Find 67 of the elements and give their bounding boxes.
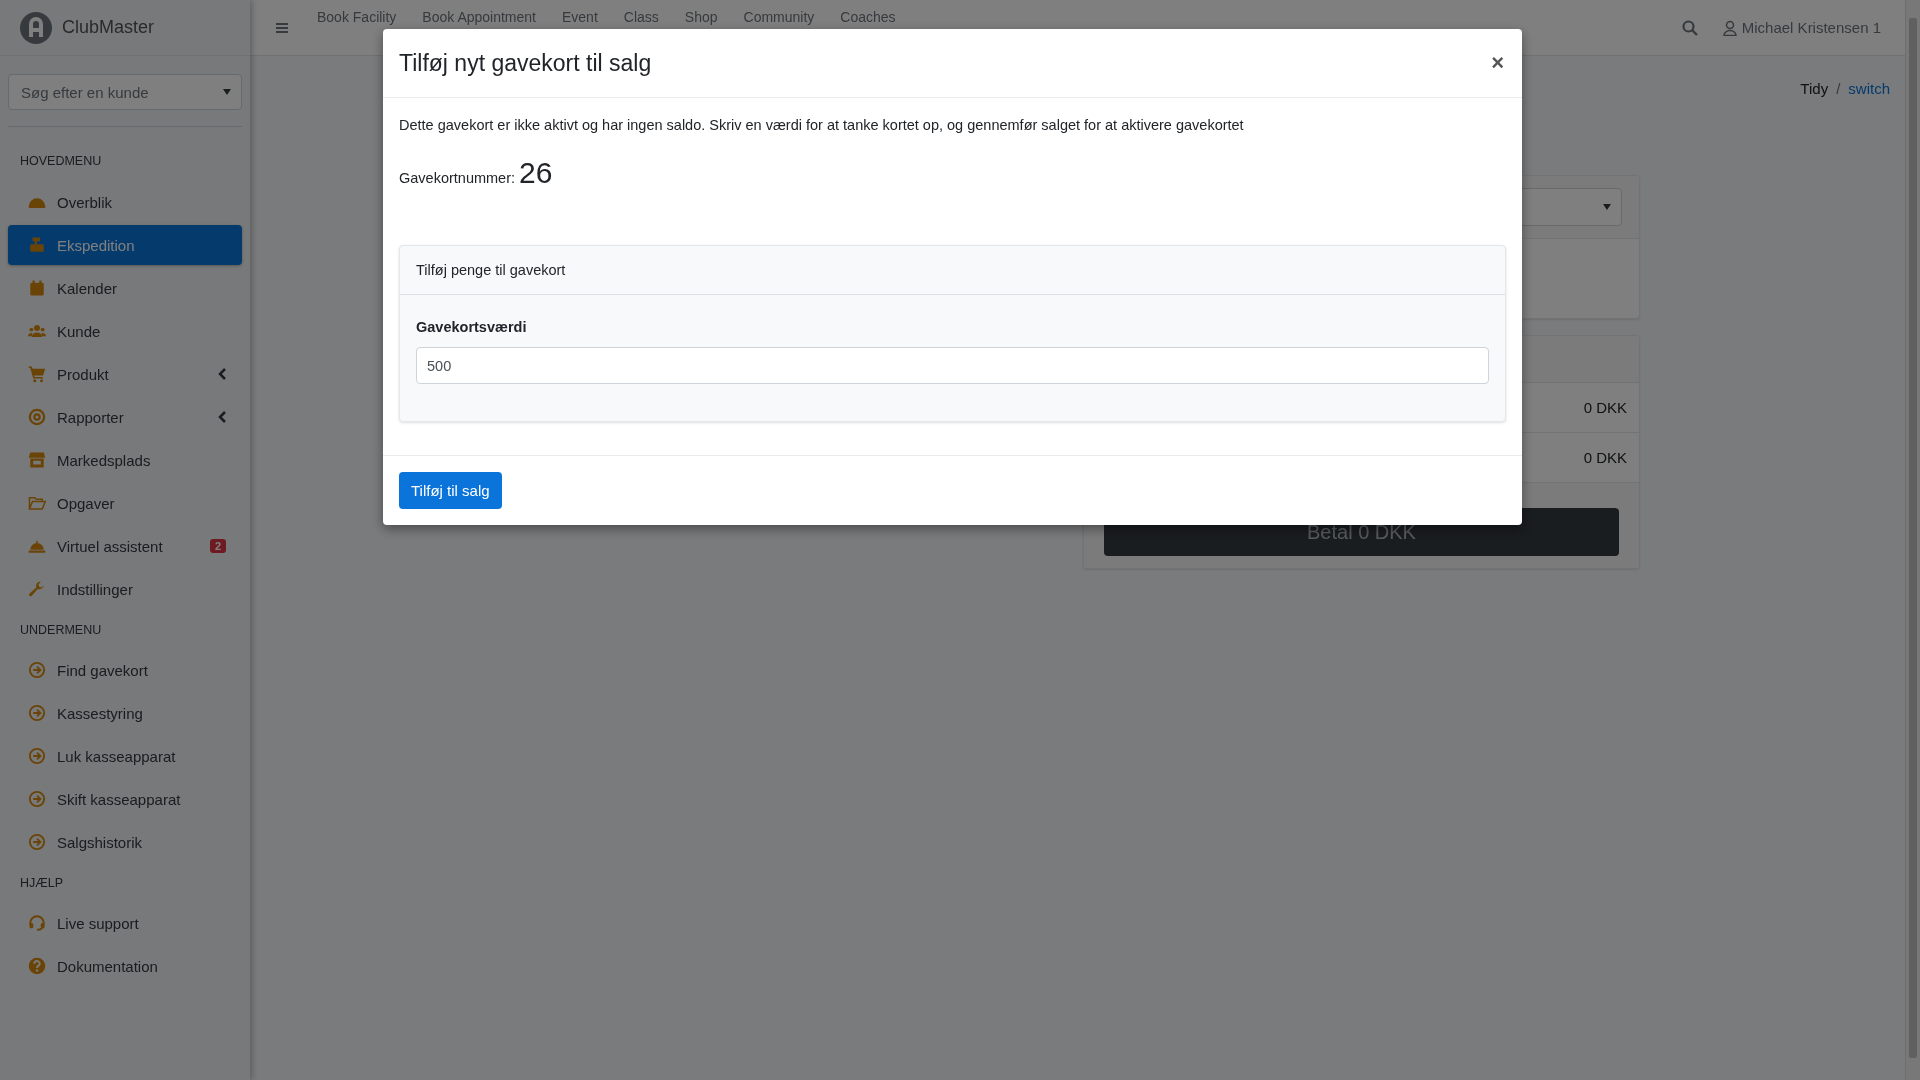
gift-card-number: 26: [519, 155, 553, 191]
nav-link[interactable]: Book Appointment: [409, 8, 549, 26]
arrow-circle-icon: [28, 747, 46, 765]
section-heading: HJÆLP: [19, 875, 65, 892]
number-label: Gavekortnummer:: [399, 169, 516, 188]
sidebar-item[interactable]: Skift kasseapparat: [8, 779, 242, 819]
card-header: Tilføj penge til gavekort: [400, 246, 1505, 295]
nav-link[interactable]: Book Facility: [304, 8, 410, 26]
calendar-icon: [28, 279, 46, 297]
nav-link[interactable]: Shop: [671, 8, 731, 26]
sidebar-item[interactable]: Indstillinger: [8, 569, 242, 609]
placeholder-text: Søg efter en kunde: [21, 83, 149, 101]
target-icon: [28, 408, 46, 426]
count-badge: 2: [209, 539, 226, 553]
nav-link[interactable]: Community: [730, 8, 828, 26]
cash-register-icon: [28, 236, 46, 254]
sidebar-item[interactable]: Produkt: [8, 354, 242, 394]
breadcrumb-separator: /: [1836, 79, 1841, 99]
modal-title: Tilføj nyt gavekort til salg: [399, 49, 652, 77]
nav-link[interactable]: Event: [549, 8, 611, 26]
section-heading: UNDERMENU: [19, 622, 103, 639]
arrow-circle-icon: [28, 790, 46, 808]
field-label: Gavekortsværdi: [416, 318, 528, 337]
description-text: Dette gavekort er ikke aktivt og har ingen saldo. Skriv en værdi for at tanke kortet op, og gennemfør salget for at aktivere gavekortet: [399, 116, 1245, 135]
question-circle-icon: [28, 957, 46, 975]
sidebar-item[interactable]: Find gavekort: [8, 650, 242, 690]
sidebar-item[interactable]: Opgaver: [8, 483, 242, 523]
nav-link[interactable]: Class: [610, 8, 672, 26]
cart-icon: [28, 365, 46, 383]
users-icon: [28, 322, 46, 340]
headset-icon: [28, 914, 46, 932]
sidebar-item[interactable]: Dokumentation: [8, 946, 242, 986]
add-to-sale-button[interactable]: Tilføj til salg: [399, 472, 502, 509]
arrow-circle-icon: [28, 833, 46, 851]
sidebar-item[interactable]: Kunde: [8, 311, 242, 351]
sidebar-item[interactable]: Kalender: [8, 268, 242, 308]
app-name: ClubMaster: [62, 17, 155, 38]
nav-link[interactable]: Coaches: [827, 8, 909, 26]
logo-icon: [20, 11, 52, 44]
section-heading: HOVEDMENU: [19, 153, 103, 170]
arrow-circle-icon: [28, 704, 46, 722]
sidebar-item[interactable]: Ekspedition: [8, 225, 242, 265]
sidebar-item[interactable]: Overblik: [8, 182, 242, 222]
user-menu[interactable]: Michael Kristensen 1: [1721, 19, 1881, 36]
sidebar-item[interactable]: Virtuel assistent 2: [8, 526, 242, 566]
amount-text: 0 DKK: [1583, 399, 1627, 416]
sidebar-item[interactable]: Kassestyring: [8, 693, 242, 733]
sidebar-item[interactable]: Salgshistorik: [8, 822, 242, 862]
breadcrumb-link[interactable]: switch: [1848, 76, 1890, 102]
caret-icon: [223, 89, 231, 95]
folder-icon: [28, 494, 46, 512]
wrench-icon: [28, 580, 46, 598]
caret-icon: [1603, 204, 1611, 210]
amount-text: 0 DKK: [1583, 449, 1627, 466]
user-icon: [1721, 19, 1738, 36]
sidebar-item[interactable]: Markedsplads: [8, 440, 242, 480]
arrow-circle-icon: [28, 661, 46, 679]
breadcrumb-item: Tidy: [1800, 79, 1829, 99]
scrollbar[interactable]: [1905, 0, 1920, 1080]
search-icon: [1681, 19, 1698, 36]
sidebar-item[interactable]: Luk kasseapparat: [8, 736, 242, 776]
close-button[interactable]: ×: [1489, 50, 1506, 76]
input-field[interactable]: 500: [416, 347, 1489, 384]
sidebar-item[interactable]: Live support: [8, 903, 242, 943]
store-icon: [28, 451, 46, 469]
customer-search-select[interactable]: Søg efter en kunde: [8, 74, 242, 110]
sidebar-item[interactable]: Rapporter: [8, 397, 242, 437]
